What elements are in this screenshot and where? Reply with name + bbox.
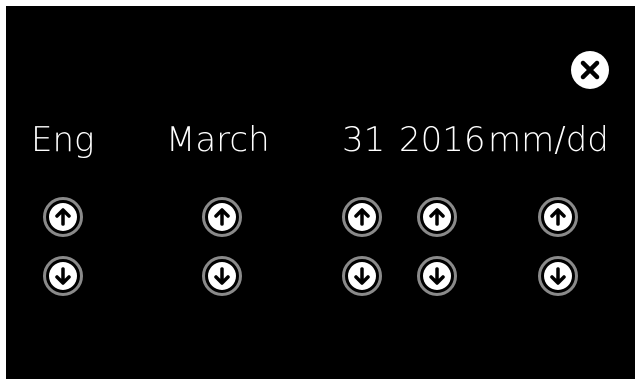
month-down-button[interactable] [202, 256, 242, 296]
arrow-down-icon [429, 267, 445, 285]
arrow-up-icon [429, 208, 445, 226]
arrow-up-icon [55, 208, 71, 226]
arrow-up-icon [214, 208, 230, 226]
year-down-button[interactable] [417, 256, 457, 296]
arrow-down-icon [214, 267, 230, 285]
day-up-button[interactable] [342, 197, 382, 237]
arrow-up-icon [354, 208, 370, 226]
format-value: mm/dd [488, 120, 609, 160]
language-up-button[interactable] [43, 197, 83, 237]
year-up-button[interactable] [417, 197, 457, 237]
arrow-down-icon [550, 267, 566, 285]
date-picker-screen: Eng March 31 2016 mm/dd [6, 6, 635, 379]
year-value: 2016 [399, 120, 486, 160]
month-up-button[interactable] [202, 197, 242, 237]
month-value: March [166, 120, 270, 160]
close-icon [580, 60, 600, 80]
format-up-button[interactable] [538, 197, 578, 237]
language-value: Eng [31, 120, 95, 160]
day-value: 31 [342, 120, 386, 160]
arrow-down-icon [354, 267, 370, 285]
format-down-button[interactable] [538, 256, 578, 296]
arrow-down-icon [55, 267, 71, 285]
arrow-up-icon [550, 208, 566, 226]
language-down-button[interactable] [43, 256, 83, 296]
day-down-button[interactable] [342, 256, 382, 296]
close-button[interactable] [571, 51, 609, 89]
